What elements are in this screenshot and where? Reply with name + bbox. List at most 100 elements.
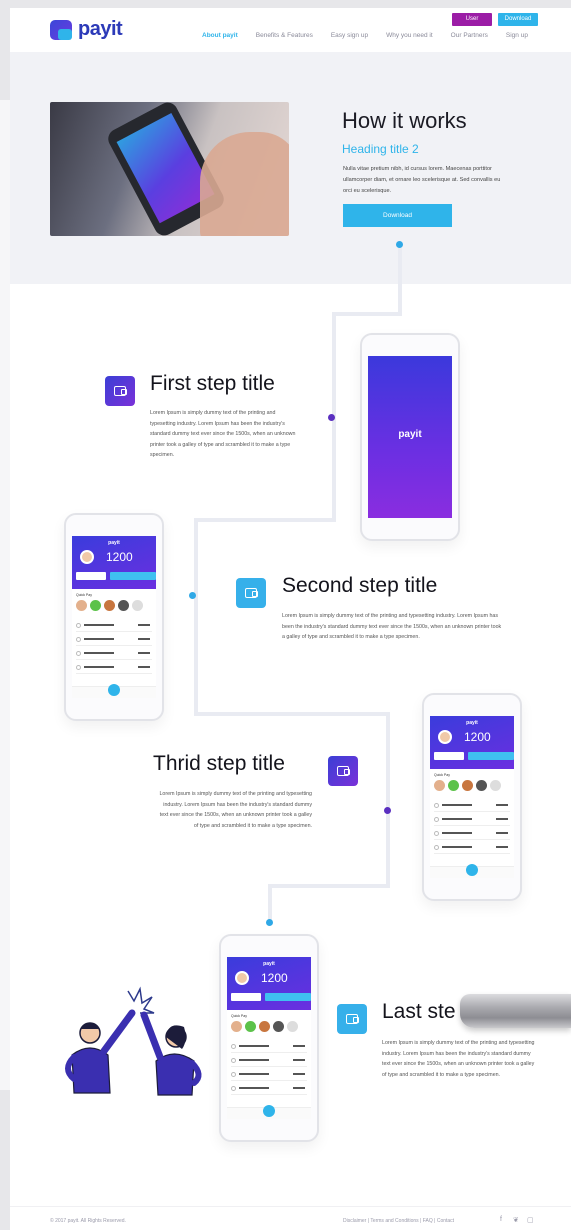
app-button: [76, 572, 106, 580]
phone-splash-mockup: payit: [360, 333, 460, 541]
phone-bezel-overlay: [460, 994, 571, 1028]
header-download-button[interactable]: Download: [498, 13, 538, 26]
app-brand: payit: [263, 961, 275, 967]
hero-description: Nulla vitae pretium nibh, id cursus lore…: [343, 166, 501, 194]
avatar: [434, 780, 445, 791]
hero-phone-photo: [50, 102, 289, 236]
hand-image: [200, 132, 289, 236]
payit-logo-icon: [50, 19, 72, 40]
top-header: payit About payit Benefits & Features Ea…: [10, 8, 571, 52]
path-line: [398, 244, 402, 316]
background-window-edge: [0, 100, 10, 1090]
app-balance: 1200: [106, 550, 133, 564]
list-item: [76, 636, 152, 646]
path-dot: [396, 241, 403, 248]
footer: © 2017 payit. All Rights Reserved. Discl…: [10, 1206, 571, 1230]
app-balance: 1200: [261, 971, 288, 985]
avatar: [259, 1021, 270, 1032]
footer-links[interactable]: Disclaimer | Terms and Conditions | FAQ …: [343, 1218, 454, 1224]
list-item: [434, 802, 510, 812]
app-brand: payit: [108, 540, 120, 546]
high-five-illustration: [65, 986, 202, 1096]
path-line: [194, 518, 336, 522]
user-button[interactable]: User: [452, 13, 492, 26]
avatar: [118, 600, 129, 611]
app-tabbar: [72, 684, 156, 698]
list-item: [231, 1057, 307, 1067]
wallet-icon: [328, 756, 358, 786]
step-1-title: First step title: [150, 372, 275, 395]
step-4-title: Last ste: [382, 1000, 456, 1023]
app-button: [468, 752, 514, 760]
wallet-icon: [105, 376, 135, 406]
splash-screen: payit: [368, 356, 452, 518]
nav-easy-signup[interactable]: Easy sign up: [331, 32, 368, 39]
app-header: payit 1200: [227, 957, 311, 1010]
avatar: [76, 600, 87, 611]
nav-benefits[interactable]: Benefits & Features: [256, 32, 313, 39]
list-item: [231, 1043, 307, 1053]
app-button: [265, 993, 311, 1001]
path-line: [194, 518, 198, 714]
step-1-text: Lorem Ipsum is simply dummy text of the …: [150, 410, 296, 458]
wallet-icon: [236, 578, 266, 608]
app-balance: 1200: [464, 730, 491, 744]
nav-signup[interactable]: Sign up: [506, 32, 528, 39]
path-dot: [266, 919, 273, 926]
wallet-icon: [337, 1004, 367, 1034]
list-item: [434, 816, 510, 826]
page-title: How it works: [342, 108, 467, 133]
avatar: [231, 1021, 242, 1032]
app-screen: payit 1200 Quick Pay: [227, 957, 311, 1119]
avatar: [90, 600, 101, 611]
quick-pay-contacts: [231, 1021, 298, 1032]
facebook-icon[interactable]: f: [500, 1216, 502, 1223]
pay-fab: [263, 1105, 275, 1117]
payit-logo[interactable]: payit: [50, 18, 123, 41]
avatar: [235, 971, 249, 985]
app-tabbar: [227, 1105, 311, 1119]
phone-app-mockup: payit 1200 Quick Pay: [422, 693, 522, 901]
path-dot: [384, 807, 391, 814]
step-4-text: Lorem Ipsum is simply dummy text of the …: [382, 1040, 535, 1078]
pay-fab: [108, 684, 120, 696]
nav-partners[interactable]: Our Partners: [451, 32, 488, 39]
list-item: [434, 844, 510, 854]
app-screen: payit 1200 Quick Pay: [72, 536, 156, 698]
hero-section: How it works Heading title 2 Nulla vitae…: [10, 52, 571, 284]
path-dot: [189, 592, 196, 599]
quick-pay-label: Quick Pay: [76, 593, 92, 597]
twitter-icon[interactable]: ❦: [513, 1216, 519, 1224]
step-3-text: Lorem Ipsum is simply dummy text of the …: [159, 791, 312, 829]
avatar: [245, 1021, 256, 1032]
avatar: [438, 730, 452, 744]
step-2-title: Second step title: [282, 574, 438, 597]
app-screen: payit 1200 Quick Pay: [430, 716, 514, 878]
quick-pay-label: Quick Pay: [434, 773, 450, 777]
avatar: [476, 780, 487, 791]
main-nav: About payit Benefits & Features Easy sig…: [202, 32, 546, 39]
nav-why[interactable]: Why you need it: [386, 32, 433, 39]
app-button: [434, 752, 464, 760]
path-line: [386, 712, 390, 888]
app-button: [231, 993, 261, 1001]
pay-fab: [466, 864, 478, 876]
instagram-icon[interactable]: ▢: [527, 1216, 534, 1224]
avatar: [462, 780, 473, 791]
app-brand: payit: [466, 720, 478, 726]
list-item: [434, 830, 510, 840]
avatar: [132, 600, 143, 611]
hero-subtitle: Heading title 2: [342, 142, 419, 156]
nav-about[interactable]: About payit: [202, 32, 238, 39]
avatar: [448, 780, 459, 791]
page: payit About payit Benefits & Features Ea…: [10, 8, 571, 1230]
app-header: payit 1200: [430, 716, 514, 769]
app-tabbar: [430, 864, 514, 878]
avatar: [104, 600, 115, 611]
path-line: [268, 884, 390, 888]
path-line: [332, 312, 402, 316]
list-item: [76, 650, 152, 660]
list-item: [231, 1085, 307, 1095]
hero-download-button[interactable]: Download: [343, 204, 452, 227]
quick-pay-contacts: [76, 600, 143, 611]
